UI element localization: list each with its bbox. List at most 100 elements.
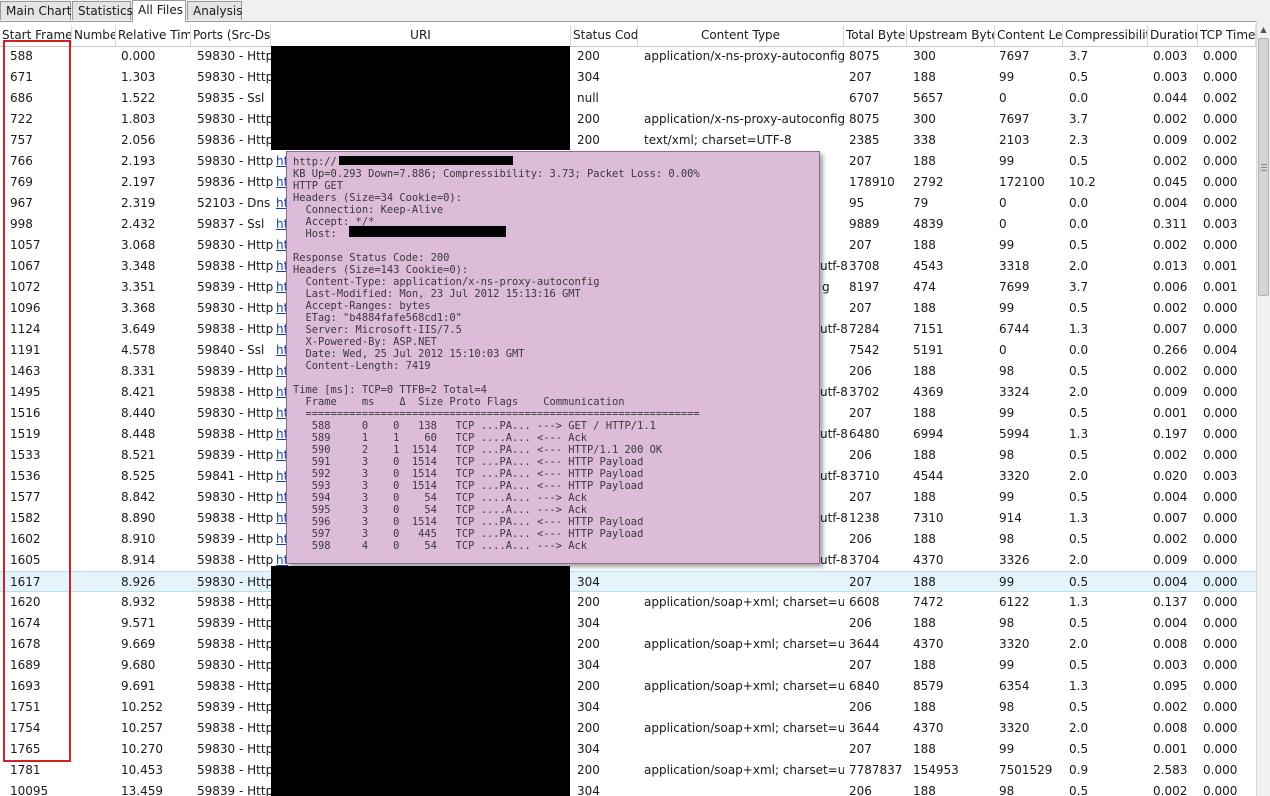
cell-total-bytes: 207: [849, 406, 872, 420]
cell-duration: 0.002: [1153, 154, 1188, 168]
cell-upstream-bytes: 188: [913, 616, 936, 630]
cell-ports: 52103 - Dns: [197, 196, 271, 210]
header-col-duration[interactable]: Duration: [1148, 25, 1198, 46]
cell-compressibility: 1.3: [1069, 679, 1089, 693]
cell-content-len: 99: [999, 742, 1015, 756]
tooltip-line: Host:: [293, 228, 337, 240]
tab-all-files[interactable]: All Files: [132, 0, 186, 22]
cell-tcp-time: 0.000: [1203, 784, 1238, 796]
cell-compressibility: 0.5: [1069, 238, 1089, 252]
cell-total-bytes: 3644: [849, 721, 880, 735]
cell-compressibility: 0.5: [1069, 406, 1089, 420]
table-row[interactable]: 1751 10.252 59839 - Http 304 206 188 98 0.5 0.00…: [0, 697, 1256, 718]
cell-relative-time: 13.459: [121, 784, 163, 796]
column-header-row: Start FrameNumberRelative TimePorts (Src…: [0, 25, 1256, 47]
header-col-relative-time[interactable]: Relative Time: [116, 25, 191, 46]
cell-ports: 59838 - Http: [197, 637, 274, 651]
table-row[interactable]: 10095 13.459 59839 - Http 304 206 188 98 0.5 0.0…: [0, 781, 1256, 796]
cell-duration: 0.004: [1153, 196, 1188, 210]
header-col-uri[interactable]: URI: [271, 25, 571, 46]
cell-relative-time: 4.578: [121, 343, 156, 357]
cell-start-frame: 1689: [10, 658, 41, 672]
table-row[interactable]: 1689 9.680 59830 - Http 304 207 188 99 0.5 0.003…: [0, 655, 1256, 676]
cell-relative-time: 1.303: [121, 70, 156, 84]
cell-duration: 0.007: [1153, 511, 1188, 525]
header-col-ports[interactable]: Ports (Src-Dst): [191, 25, 271, 46]
cell-upstream-bytes: 474: [913, 280, 936, 294]
cell-content-type: [644, 739, 844, 760]
cell-tcp-time: 0.000: [1203, 721, 1238, 735]
header-col-start-frame[interactable]: Start Frame: [0, 25, 72, 46]
table-row[interactable]: 1693 9.691 59838 - Http 200 application/soap…: [0, 676, 1256, 697]
header-col-content-len[interactable]: Content Len: [995, 25, 1063, 46]
cell-relative-time: 2.432: [121, 217, 156, 231]
cell-relative-time: 3.348: [121, 259, 156, 273]
table-row[interactable]: 1781 10.453 59838 - Http 200 application/soa…: [0, 760, 1256, 781]
table-row[interactable]: 686 1.522 59835 - Ssl null 6707 5657 0 0.0 0.044…: [0, 88, 1256, 109]
cell-upstream-bytes: 188: [913, 742, 936, 756]
cell-start-frame: 1191: [10, 343, 41, 357]
cell-status-code: 200: [577, 49, 600, 63]
header-col-upstream-bytes[interactable]: Upstream Bytes: [907, 25, 995, 46]
header-col-number[interactable]: Number: [72, 25, 116, 46]
tooltip-line: 594 3 0 54 TCP ....A... ---> Ack: [293, 492, 588, 504]
cell-tcp-time: 0.002: [1203, 133, 1238, 147]
cell-ports: 59830 - Http: [197, 238, 274, 252]
tooltip-line: Accept-Ranges: bytes: [293, 300, 431, 312]
cell-total-bytes: 207: [849, 490, 872, 504]
scrollbar-thumb[interactable]: [1258, 38, 1269, 296]
cell-duration: 0.002: [1153, 301, 1188, 315]
cell-duration: 0.045: [1153, 175, 1188, 189]
header-col-status-code[interactable]: Status Code: [571, 25, 638, 46]
cell-duration: 0.003: [1153, 70, 1188, 84]
cell-upstream-bytes: 5191: [913, 343, 944, 357]
cell-start-frame: 1577: [10, 490, 41, 504]
tab-statistics[interactable]: Statistics: [72, 1, 133, 20]
cell-compressibility: 0.9: [1069, 763, 1089, 777]
cell-content-len: 6354: [999, 679, 1030, 693]
cell-ports: 59838 - Http: [197, 721, 274, 735]
cell-total-bytes: 206: [849, 700, 872, 714]
tooltip-line: Response Status Code: 200: [293, 252, 450, 264]
header-col-compressibility[interactable]: Compressibility: [1063, 25, 1148, 46]
vertical-scrollbar[interactable]: ▲: [1256, 21, 1270, 796]
cell-content-len: 3320: [999, 721, 1030, 735]
table-row[interactable]: 722 1.803 59830 - Http 200 application/x-ns-…: [0, 109, 1256, 130]
cell-relative-time: 8.932: [121, 595, 156, 609]
cell-tcp-time: 0.000: [1203, 322, 1238, 336]
cell-compressibility: 0.0: [1069, 91, 1089, 105]
tooltip-line: Last-Modified: Mon, 23 Jul 2012 15:13:16…: [293, 288, 581, 300]
cell-content-len: 98: [999, 700, 1015, 714]
table-row[interactable]: 757 2.056 59836 - Http 200 text/xml; charset…: [0, 130, 1256, 151]
table-row[interactable]: 1678 9.669 59838 - Http 200 application/soap…: [0, 634, 1256, 655]
cell-content-len: 3326: [999, 553, 1030, 567]
cell-content-type: application/x-ns-proxy-autoconfig: [644, 49, 844, 63]
cell-compressibility: 3.7: [1069, 280, 1089, 294]
cell-compressibility: 2.0: [1069, 721, 1089, 735]
table-row[interactable]: 588 0.000 59830 - Http 200 application/x-ns-…: [0, 46, 1256, 67]
cell-duration: 0.004: [1153, 575, 1188, 589]
cell-tcp-time: 0.002: [1203, 91, 1238, 105]
table-row[interactable]: 1617 8.926 59830 - Http 304 207 188 99 0.5 0.004…: [0, 571, 1256, 592]
table-row[interactable]: 1620 8.932 59838 - Http 200 application/soap…: [0, 592, 1256, 613]
table-row[interactable]: 1674 9.571 59839 - Http 304 206 188 98 0.5 0.004…: [0, 613, 1256, 634]
tab-analysis[interactable]: Analysis: [187, 1, 242, 20]
cell-start-frame: 722: [10, 112, 33, 126]
cell-duration: 0.020: [1153, 469, 1188, 483]
cell-content-len: 99: [999, 658, 1015, 672]
scroll-up-arrow-icon[interactable]: ▲: [1257, 23, 1270, 37]
table-row[interactable]: 1754 10.257 59838 - Http 200 application/soa…: [0, 718, 1256, 739]
cell-ports: 59836 - Http: [197, 133, 274, 147]
header-col-total-bytes[interactable]: Total Bytes: [844, 25, 907, 46]
table-row[interactable]: 671 1.303 59830 - Http 304 207 188 99 0.5 0.003 0…: [0, 67, 1256, 88]
cell-start-frame: 1678: [10, 637, 41, 651]
tab-main-chart[interactable]: Main Chart: [0, 1, 71, 20]
header-col-tcp-time[interactable]: TCP Time: [1198, 25, 1256, 46]
cell-start-frame: 1067: [10, 259, 41, 273]
cell-content-len: 0: [999, 343, 1007, 357]
cell-content-len: 98: [999, 532, 1015, 546]
cell-tcp-time: 0.000: [1203, 742, 1238, 756]
header-col-content-type[interactable]: Content Type: [638, 25, 844, 46]
cell-start-frame: 1057: [10, 238, 41, 252]
table-row[interactable]: 1765 10.270 59830 - Http 304 207 188 99 0.5 0.00…: [0, 739, 1256, 760]
